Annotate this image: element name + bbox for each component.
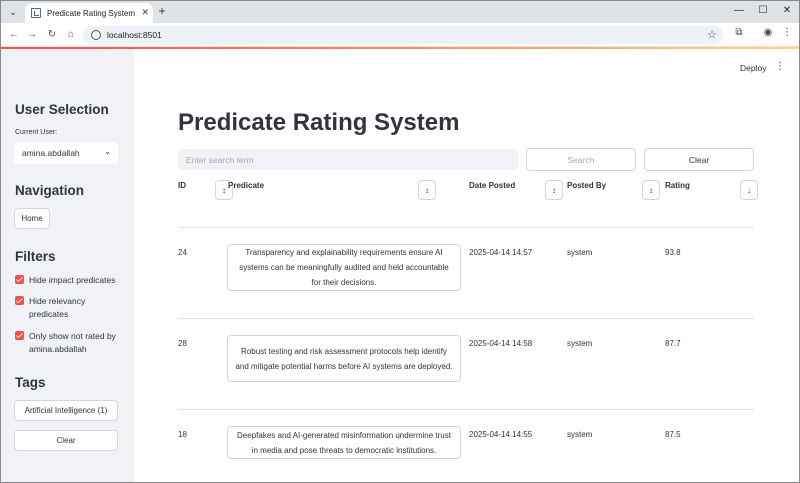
new-tab-button[interactable]: + [155, 4, 169, 18]
reload-icon: ↻ [47, 29, 57, 40]
row-id: 18 [178, 430, 187, 439]
back-button[interactable]: ← [7, 28, 21, 42]
close-icon: ✕ [782, 5, 792, 16]
current-user-value: amina.abdallah [22, 148, 80, 158]
filters-heading: Filters [15, 249, 56, 264]
row-date: 2025-04-14 14:57 [469, 248, 533, 257]
forward-button[interactable]: → [25, 28, 39, 42]
column-header-posted-by: Posted By [567, 181, 607, 190]
row-date: 2025-04-14 14:55 [469, 430, 533, 439]
deploy-button[interactable]: Deploy [740, 63, 766, 73]
sort-posted-by-button[interactable]: ↕ [642, 180, 660, 200]
sort-both-icon: ↕ [649, 185, 653, 195]
close-icon[interactable]: ✕ [141, 7, 149, 18]
sort-rating-button[interactable]: ↓ [740, 180, 758, 200]
clear-tags-button[interactable]: Clear [14, 430, 118, 451]
main-content: Deploy ⋮ Predicate Rating System Search … [134, 49, 799, 482]
sort-down-icon: ↓ [747, 185, 751, 195]
table-divider [178, 318, 754, 319]
puzzle-icon[interactable]: ⧉ [732, 27, 746, 38]
search-input[interactable] [178, 149, 518, 170]
column-header-id: ID [178, 181, 186, 190]
filter-only-not-rated[interactable]: Only show not rated by amina.abdallah [15, 330, 124, 356]
filter-label: Hide relevancy predicates [29, 296, 86, 319]
maximize-icon: ☐ [758, 5, 768, 16]
column-header-date: Date Posted [469, 181, 516, 190]
arrow-left-icon: ← [9, 29, 19, 40]
predicate-text-box: Deepfakes and AI-generated misinformatio… [227, 426, 461, 459]
plus-icon: + [158, 4, 166, 18]
home-nav-button[interactable]: Home [14, 208, 50, 229]
home-icon: ⌂ [67, 29, 75, 40]
column-header-predicate: Predicate [228, 181, 265, 190]
sort-both-icon: ↕ [425, 185, 429, 195]
tab-strip: ⌄ Predicate Rating System ✕ + — ☐ ✕ [1, 1, 799, 23]
profile-icon[interactable]: ◉ [761, 27, 775, 38]
info-icon[interactable] [91, 30, 101, 40]
filter-label: Hide impact predicates [29, 275, 116, 285]
chart-icon [31, 8, 41, 18]
page-title: Predicate Rating System [178, 109, 460, 136]
table-divider [178, 409, 754, 410]
row-id: 28 [178, 339, 187, 348]
reload-button[interactable]: ↻ [45, 28, 59, 42]
predicate-text-box: Robust testing and risk assessment proto… [227, 335, 461, 382]
arrow-right-icon: → [27, 29, 37, 40]
checkbox-checked-icon[interactable] [15, 275, 24, 284]
maximize-button[interactable]: ☐ [756, 5, 770, 16]
browser-window: ⌄ Predicate Rating System ✕ + — ☐ ✕ ← → … [0, 0, 800, 483]
minimize-icon: — [734, 5, 744, 16]
address-bar[interactable]: localhost:8501 ☆ [83, 26, 723, 44]
current-user-select[interactable]: amina.abdallah ⌄ [14, 142, 118, 164]
tags-heading: Tags [15, 375, 46, 390]
sort-predicate-button[interactable]: ↕ [418, 180, 436, 200]
predicate-text-box: Transparency and explainability requirem… [227, 244, 461, 291]
row-posted-by: system [567, 430, 593, 439]
row-rating: 87.5 [665, 430, 681, 439]
browser-toolbar: ← → ↻ ⌂ localhost:8501 ☆ ⧉ ◉ ⋮ [1, 23, 799, 47]
row-rating: 93.8 [665, 248, 681, 257]
sort-date-button[interactable]: ↕ [545, 180, 563, 200]
star-icon[interactable]: ☆ [707, 28, 717, 41]
filter-hide-relevancy[interactable]: Hide relevancy predicates [15, 295, 124, 321]
chevron-down-icon: ⌄ [9, 6, 17, 17]
checkbox-checked-icon[interactable] [15, 296, 24, 305]
checkbox-checked-icon[interactable] [15, 331, 24, 340]
row-posted-by: system [567, 248, 593, 257]
sidebar: User Selection Current User: amina.abdal… [1, 49, 134, 482]
url-text[interactable]: localhost:8501 [107, 30, 162, 40]
search-button[interactable]: Search [526, 148, 636, 171]
tab-title: Predicate Rating System [47, 8, 136, 18]
clear-button[interactable]: Clear [644, 148, 754, 171]
sort-both-icon: ↕ [222, 185, 226, 195]
tab-list-button[interactable]: ⌄ [5, 4, 21, 20]
user-selection-heading: User Selection [15, 102, 109, 117]
sort-both-icon: ↕ [552, 185, 556, 195]
tag-button[interactable]: Artificial Intelligence (1) [14, 400, 118, 421]
navigation-heading: Navigation [15, 183, 85, 198]
close-window-button[interactable]: ✕ [780, 5, 794, 16]
row-rating: 87.7 [665, 339, 681, 348]
kebab-icon[interactable]: ⋮ [780, 27, 794, 38]
minimize-button[interactable]: — [732, 5, 746, 16]
current-user-label: Current User: [15, 129, 58, 136]
chevron-down-icon: ⌄ [104, 147, 111, 156]
filter-hide-impact[interactable]: Hide impact predicates [15, 274, 124, 287]
filter-label: Only show not rated by amina.abdallah [29, 331, 116, 354]
row-posted-by: system [567, 339, 593, 348]
row-date: 2025-04-14 14:58 [469, 339, 533, 348]
column-header-rating: Rating [665, 181, 690, 190]
kebab-icon[interactable]: ⋮ [775, 61, 785, 72]
row-id: 24 [178, 248, 187, 257]
home-button[interactable]: ⌂ [64, 28, 78, 42]
browser-tab[interactable]: Predicate Rating System ✕ [25, 3, 153, 23]
table-divider [178, 227, 754, 228]
